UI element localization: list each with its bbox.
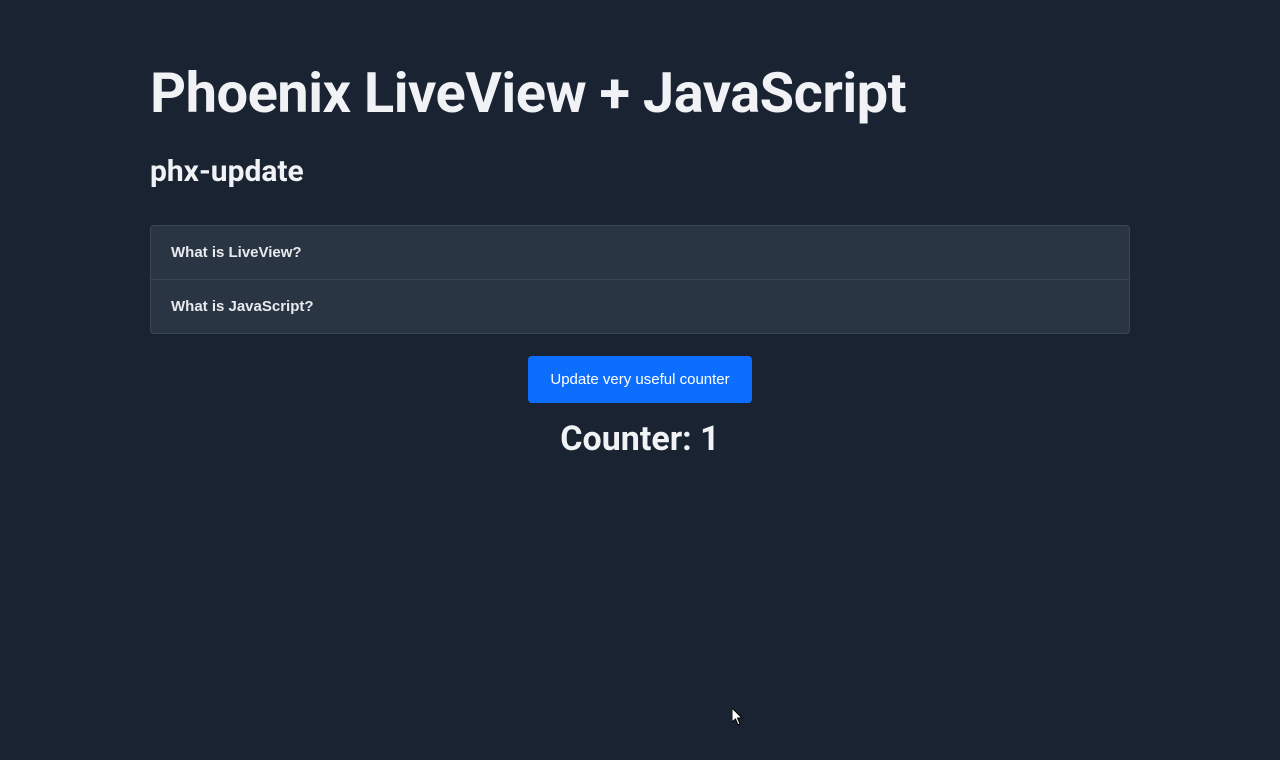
page-title: Phoenix LiveView + JavaScript <box>150 60 1130 126</box>
page-container: Phoenix LiveView + JavaScript phx-update… <box>0 0 1280 459</box>
cursor-icon <box>732 708 746 726</box>
section-title: phx-update <box>150 154 1130 189</box>
update-counter-button[interactable]: Update very useful counter <box>528 356 751 403</box>
counter-row: Counter: 1 <box>150 419 1130 459</box>
accordion-item: What is LiveView? <box>151 226 1129 280</box>
button-row: Update very useful counter <box>150 356 1130 403</box>
accordion-header-liveview[interactable]: What is LiveView? <box>151 226 1129 279</box>
accordion-header-javascript[interactable]: What is JavaScript? <box>151 280 1129 333</box>
accordion: What is LiveView? What is JavaScript? <box>150 225 1130 334</box>
counter-display: Counter: 1 <box>560 419 719 459</box>
accordion-item: What is JavaScript? <box>151 280 1129 333</box>
